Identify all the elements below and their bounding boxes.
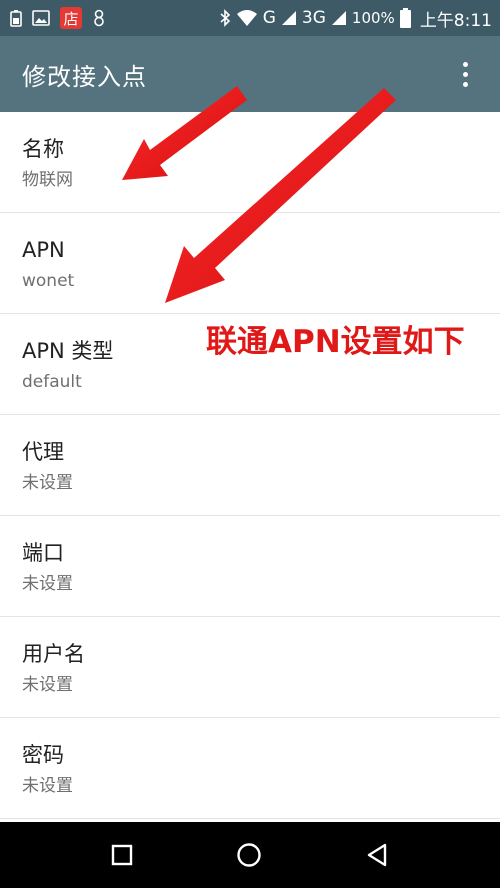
clock: 上午8:11 bbox=[419, 10, 492, 31]
signal-icon bbox=[281, 10, 297, 26]
pref-item-password[interactable]: 密码 未设置 bbox=[0, 718, 500, 819]
navigation-bar bbox=[0, 822, 500, 888]
pref-title: APN bbox=[22, 238, 65, 262]
pref-summary: 物联网 bbox=[22, 170, 73, 190]
pref-summary: 未设置 bbox=[22, 776, 73, 796]
apn-settings-list: 名称 物联网 APN wonet APN 类型 default 代理 未设置 端… bbox=[0, 112, 500, 822]
signal-icon-2 bbox=[331, 10, 347, 26]
status-bar: 店 G 3G 100% 上午8:11 bbox=[0, 0, 500, 36]
battery-percent: 100% bbox=[351, 9, 395, 27]
wifi-icon bbox=[236, 9, 258, 27]
image-icon bbox=[32, 10, 50, 26]
page-title: 修改接入点 bbox=[22, 62, 147, 91]
home-icon[interactable] bbox=[236, 842, 262, 868]
pref-item-name[interactable]: 名称 物联网 bbox=[0, 112, 500, 213]
bluetooth-icon bbox=[219, 9, 231, 27]
recents-icon[interactable] bbox=[111, 844, 133, 866]
store-icon: 店 bbox=[60, 7, 82, 29]
back-icon[interactable] bbox=[365, 842, 389, 868]
app-icon bbox=[92, 9, 106, 27]
pref-title: APN 类型 bbox=[22, 339, 114, 363]
pref-item-apn-type[interactable]: APN 类型 default bbox=[0, 314, 500, 415]
app-bar: 修改接入点 bbox=[0, 36, 500, 112]
pref-title: 名称 bbox=[22, 137, 64, 161]
pref-title: 端口 bbox=[22, 541, 64, 565]
pref-summary: 未设置 bbox=[22, 473, 73, 493]
pref-title: 用户名 bbox=[22, 642, 85, 666]
battery-saver-icon bbox=[10, 9, 22, 27]
pref-summary: 未设置 bbox=[22, 574, 73, 594]
pref-summary: default bbox=[22, 372, 82, 392]
pref-title: 代理 bbox=[22, 440, 64, 464]
more-vert-icon[interactable] bbox=[450, 54, 480, 94]
pref-item-proxy[interactable]: 代理 未设置 bbox=[0, 415, 500, 516]
network-type-label-2: 3G bbox=[301, 8, 326, 28]
pref-summary: 未设置 bbox=[22, 675, 73, 695]
pref-item-username[interactable]: 用户名 未设置 bbox=[0, 617, 500, 718]
pref-title: 密码 bbox=[22, 743, 64, 767]
pref-item-port[interactable]: 端口 未设置 bbox=[0, 516, 500, 617]
battery-icon bbox=[399, 8, 411, 28]
network-type-label: G bbox=[262, 8, 276, 28]
pref-summary: wonet bbox=[22, 271, 75, 291]
pref-item-apn[interactable]: APN wonet bbox=[0, 213, 500, 314]
